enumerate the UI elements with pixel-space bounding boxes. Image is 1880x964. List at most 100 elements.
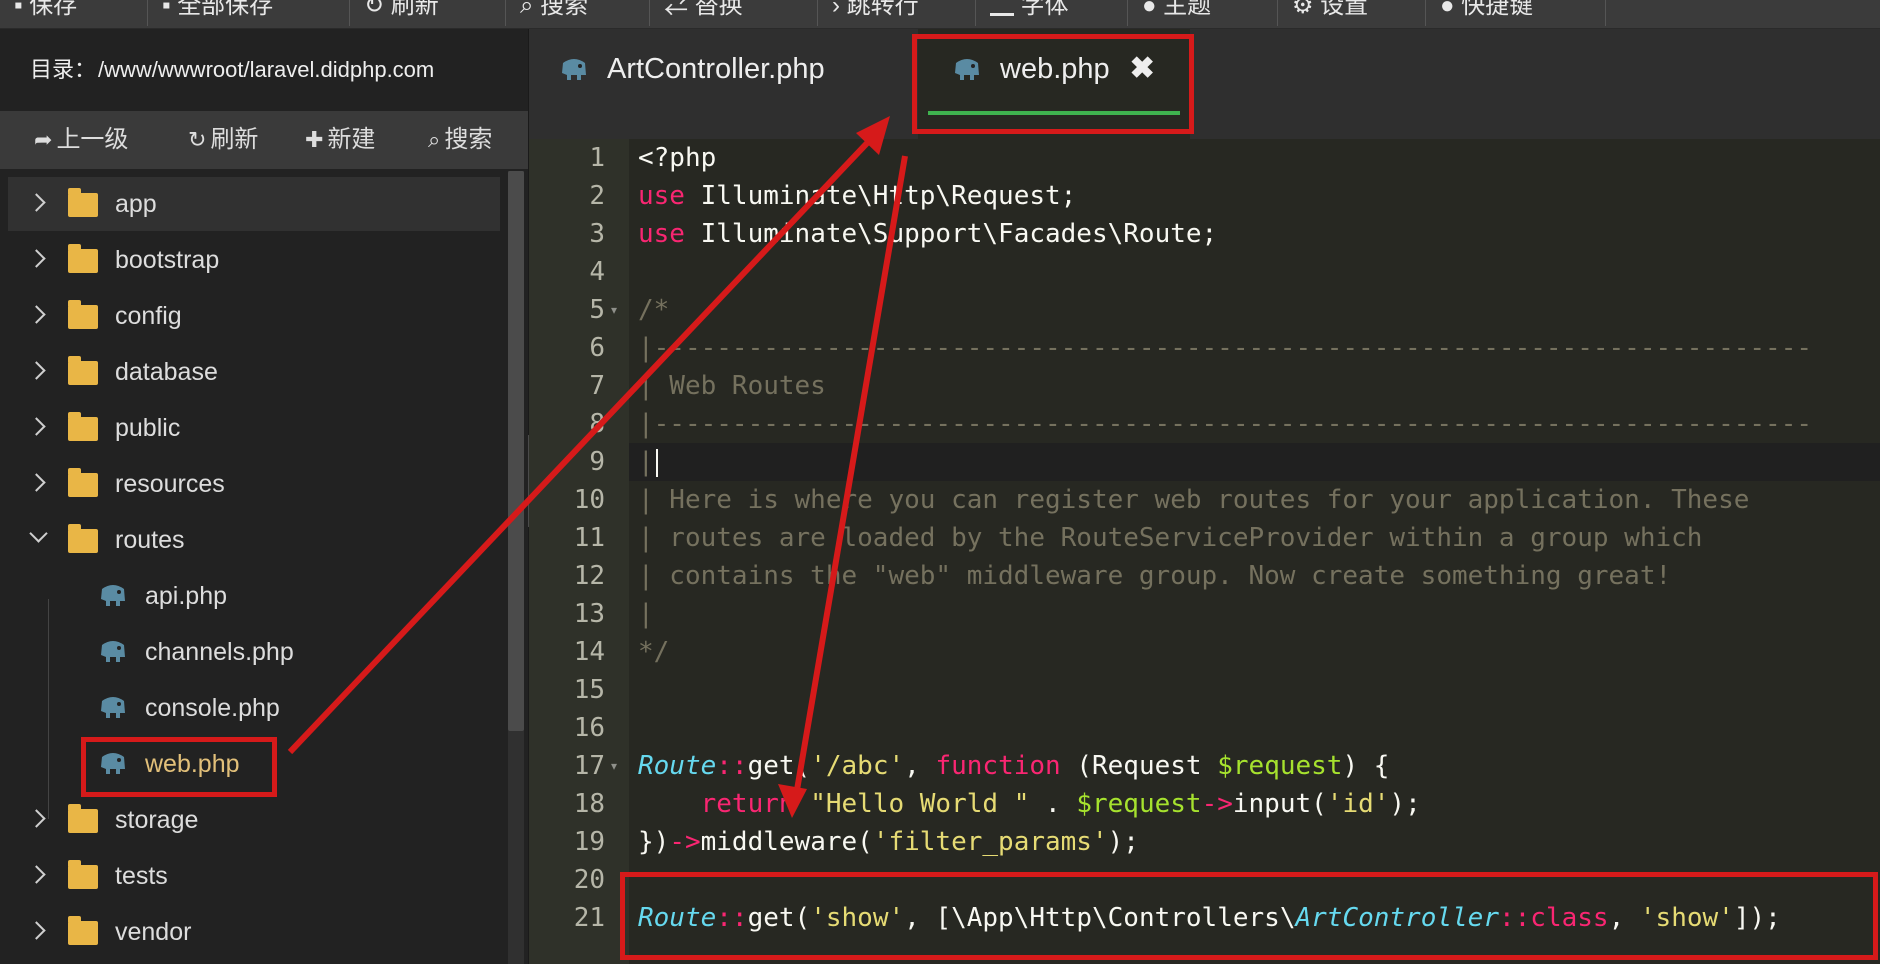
sidebar-scrollbar[interactable] — [508, 171, 524, 964]
line-number: 4 — [589, 257, 605, 287]
code-token: Illuminate\Http\Request; — [684, 181, 1077, 211]
toolbar-theme-button[interactable]: ● 主题 — [1128, 0, 1278, 26]
code-token: Route — [638, 751, 717, 781]
tree-file-channels-php[interactable]: channels.php — [8, 625, 500, 679]
tree-file-api-php[interactable]: api.php — [8, 569, 500, 623]
code-token: "Hello World " — [810, 789, 1030, 819]
toolbar-replace-button[interactable]: ⇄ 替换 — [650, 0, 818, 26]
line-number: 10 — [573, 485, 605, 515]
folder-icon — [68, 804, 98, 833]
code-line[interactable]: /* — [638, 291, 669, 329]
new-file-button[interactable]: ✚ 新建 — [305, 111, 375, 169]
line-number: 16 — [573, 713, 605, 743]
code-token: |---------------------------------------… — [638, 333, 1812, 363]
php-elephant-icon — [101, 641, 125, 662]
tree-folder-resources[interactable]: resources — [8, 457, 500, 511]
code-editor[interactable]: <?php use Illuminate\Http\Request; use Ill… — [629, 139, 1880, 964]
code-token: (Request — [1060, 751, 1218, 781]
line-number: 2 — [589, 181, 605, 211]
tree-folder-vendor[interactable]: vendor — [8, 905, 500, 959]
code-token: :: — [716, 751, 748, 781]
chevron-down-icon[interactable] — [29, 524, 48, 543]
chevron-right-icon[interactable] — [27, 417, 46, 436]
code-token: */ — [638, 637, 670, 667]
tree-folder-public[interactable]: public — [8, 401, 500, 455]
code-token: | contains the "web" middleware group. N… — [638, 561, 1672, 591]
code-line[interactable]: */ — [638, 633, 669, 671]
tree-folder-routes[interactable]: routes — [8, 513, 500, 567]
code-token: Illuminate\Support\Facades\Route; — [684, 219, 1218, 249]
code-token: | — [638, 599, 654, 629]
line-number: 18 — [573, 789, 605, 819]
toolbar-save-all-button[interactable]: ▪ 全部保存 — [148, 0, 350, 26]
toolbar-font-button[interactable]: ▁ 字体 — [976, 0, 1128, 26]
code-token: middleware( — [700, 827, 873, 857]
fold-toggle-icon[interactable]: ▾ — [611, 291, 617, 329]
sidebar-refresh-button[interactable]: ↻ 刷新 — [188, 111, 258, 169]
toolbar-save-button[interactable]: ▪ 保存 — [0, 0, 148, 26]
chevron-right-icon[interactable] — [27, 361, 46, 380]
tree-folder-config[interactable]: config — [8, 289, 500, 343]
code-line[interactable]: | Web Routes — [638, 367, 826, 405]
line-number: 21 — [573, 903, 605, 933]
code-line[interactable]: |---------------------------------------… — [638, 329, 1812, 367]
toolbar-search-button[interactable]: ⌕ 搜索 — [506, 0, 650, 26]
search-icon: ⌕ — [520, 0, 541, 19]
tab-artcontroller-php[interactable]: ArtController.php — [559, 29, 879, 139]
code-token: ); — [1107, 827, 1139, 857]
code-line[interactable]: })->middleware('filter_params'); — [638, 823, 1139, 861]
code-line[interactable]: use Illuminate\Http\Request; — [638, 177, 1076, 215]
code-line[interactable]: return "Hello World " . $request->input(… — [638, 785, 1421, 823]
code-line[interactable]: | — [638, 443, 658, 481]
fold-toggle-icon[interactable]: ▾ — [611, 747, 617, 785]
chevron-right-icon[interactable] — [27, 921, 46, 940]
tree-folder-database[interactable]: database — [8, 345, 500, 399]
code-line[interactable]: | — [638, 595, 654, 633]
go-up-button[interactable]: ➦ 上一级 — [34, 111, 128, 169]
line-number-gutter: 1 2 3 4 5 ▾ 6 7 8 9 10 11 12 13 14 15 16 17 ▾ 18 19 20 21 — [529, 139, 629, 964]
code-token: ); — [1389, 789, 1421, 819]
code-line[interactable]: use Illuminate\Support\Facades\Route; — [638, 215, 1217, 253]
code-line[interactable]: <?php — [638, 139, 716, 177]
tree-folder-app[interactable]: app — [8, 177, 500, 231]
folder-icon — [68, 468, 98, 497]
chevron-right-icon[interactable] — [27, 865, 46, 884]
line-number: 8 — [589, 409, 605, 439]
chevron-right-icon[interactable] — [27, 249, 46, 268]
toolbar-settings-button[interactable]: ⚙ 设置 — [1278, 0, 1426, 26]
line-number: 1 — [589, 143, 605, 173]
code-token: }) — [638, 827, 670, 857]
code-token: -> — [669, 827, 701, 857]
toolbar-shortcuts-button[interactable]: ● 快捷键 — [1426, 0, 1606, 26]
code-token: input( — [1232, 789, 1327, 819]
toolbar-refresh-button[interactable]: ↻ 刷新 — [350, 0, 506, 26]
chevron-right-icon[interactable] — [27, 809, 46, 828]
code-line[interactable]: | routes are loaded by the RouteServiceP… — [638, 519, 1702, 557]
code-token: return — [700, 789, 795, 819]
code-token: $request — [1217, 751, 1343, 781]
code-token: , — [904, 751, 936, 781]
code-line[interactable]: | contains the "web" middleware group. N… — [638, 557, 1671, 595]
code-token: | Web Routes — [638, 371, 826, 401]
save-icon: ▪ — [14, 0, 30, 19]
tree-file-console-php[interactable]: console.php — [8, 681, 500, 735]
folder-icon — [68, 860, 98, 889]
toolbar-goto-line-button[interactable]: › 跳转行 — [818, 0, 976, 26]
top-toolbar: ▪ 保存 ▪ 全部保存 ↻ 刷新 ⌕ 搜索 ⇄ 替换 › 跳转行 ▁ 字体 ● … — [0, 0, 1880, 29]
sidebar-scrollbar-thumb[interactable] — [508, 171, 524, 731]
code-line[interactable]: |---------------------------------------… — [638, 405, 1812, 443]
tree-folder-bootstrap[interactable]: bootstrap — [8, 233, 500, 287]
file-explorer-sidebar: 目录：/www/wwwroot/laravel.didphp.com ➦ 上一级 … — [0, 29, 529, 964]
code-line[interactable]: | Here is where you can register web rou… — [638, 481, 1749, 519]
line-number: 9 — [589, 447, 605, 477]
chevron-right-icon[interactable] — [27, 305, 46, 324]
chevron-right-icon[interactable] — [27, 473, 46, 492]
tree-folder-tests[interactable]: tests — [8, 849, 500, 903]
editor-tabs: ArtController.php web.php ✖ — [529, 29, 1880, 139]
arrow-right-icon: › — [832, 0, 847, 19]
code-line[interactable]: Route::get('/abc', function (Request $re… — [638, 747, 1389, 785]
code-token: get( — [747, 751, 811, 781]
chevron-right-icon[interactable] — [27, 193, 46, 212]
tree-folder-storage[interactable]: storage — [8, 793, 500, 847]
sidebar-search-button[interactable]: ⌕ 搜索 — [428, 111, 492, 169]
